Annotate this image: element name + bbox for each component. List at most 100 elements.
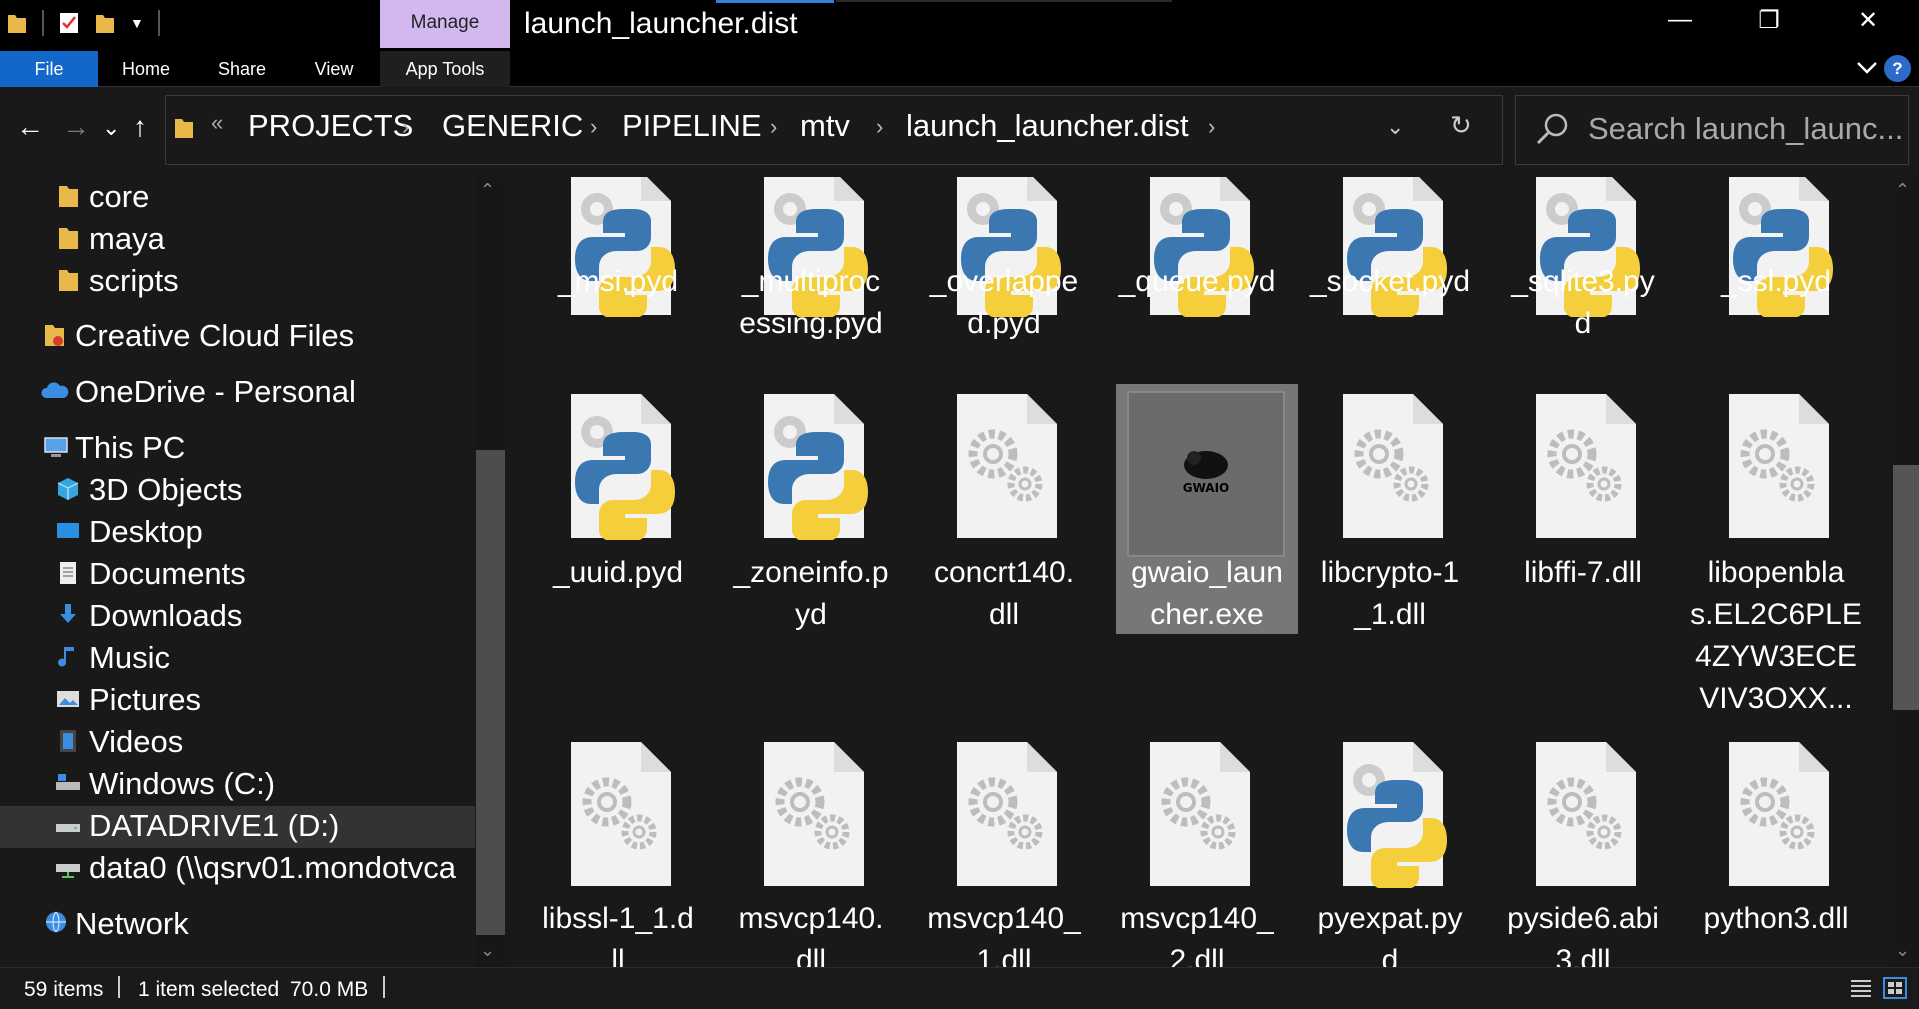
properties-icon[interactable] xyxy=(58,11,80,35)
videos-icon xyxy=(60,730,76,752)
file-item-selected[interactable]: GWAIO gwaio_laun cher.exe xyxy=(1116,384,1298,634)
file-item[interactable]: libcrypto-1 _1.dll xyxy=(1299,384,1481,634)
sidebar-item-downloads[interactable]: Downloads xyxy=(0,596,475,638)
sidebar-scroll-down[interactable]: ⌄ xyxy=(480,940,495,961)
sidebar-item-label: scripts xyxy=(89,263,179,298)
forward-button[interactable]: → xyxy=(62,111,90,143)
sidebar-item-windows-c[interactable]: Windows (C:) xyxy=(0,764,475,806)
breadcrumb-generic[interactable]: GENERIC xyxy=(442,108,583,144)
new-folder-icon[interactable] xyxy=(94,11,116,35)
file-item[interactable]: libopenbla s.EL2C6PLE 4ZYW3ECE VIV3OXX..… xyxy=(1685,384,1867,715)
status-bar: 59 items 1 item selected 70.0 MB xyxy=(0,967,1919,1009)
sidebar-item-network[interactable]: Network xyxy=(0,904,475,946)
file-item[interactable]: _multiproc essing.pyd xyxy=(720,177,902,411)
chevron-down-icon[interactable] xyxy=(1855,53,1879,81)
settings-file-icon xyxy=(1536,394,1636,538)
content-scroll-down[interactable]: ⌄ xyxy=(1895,940,1910,961)
refresh-button[interactable]: ↻ xyxy=(1450,110,1472,141)
manage-tab[interactable]: Manage xyxy=(380,0,510,48)
customize-qat-icon[interactable]: ▼ xyxy=(130,15,144,31)
sidebar-item-scripts[interactable]: scripts xyxy=(0,261,475,303)
details-view-icon[interactable] xyxy=(1848,976,1874,1000)
sidebar-item-creative-cloud[interactable]: Creative Cloud Files xyxy=(0,316,475,358)
sidebar-scroll-up[interactable]: ⌃ xyxy=(480,180,495,201)
file-item[interactable]: _sqlite3.py d xyxy=(1492,177,1674,411)
file-item[interactable]: _msi.pyd xyxy=(527,177,709,411)
maximize-button[interactable]: ❐ xyxy=(1749,6,1789,35)
minimize-button[interactable]: — xyxy=(1660,6,1700,34)
back-button[interactable]: ← xyxy=(16,111,44,143)
up-button[interactable]: ↑ xyxy=(133,111,147,143)
quick-access-toolbar: ▼ xyxy=(6,10,160,36)
tab-view[interactable]: View xyxy=(300,51,368,87)
content-scroll-up[interactable]: ⌃ xyxy=(1895,180,1910,201)
file-item[interactable]: msvcp140. dll xyxy=(720,732,902,967)
sidebar-scroll-thumb[interactable] xyxy=(476,450,505,935)
file-item[interactable]: _ssl.pyd xyxy=(1685,177,1867,411)
file-item[interactable]: _zoneinfo.p yd xyxy=(720,384,902,634)
file-item[interactable]: _uuid.pyd xyxy=(527,384,709,634)
file-item[interactable]: pyexpat.py d xyxy=(1299,732,1481,967)
settings-file-icon xyxy=(571,742,671,886)
tab-share[interactable]: Share xyxy=(206,51,278,87)
settings-file-icon xyxy=(957,394,1057,538)
tab-home[interactable]: Home xyxy=(110,51,182,87)
file-item[interactable]: msvcp140_ 2.dll xyxy=(1106,732,1288,967)
address-history-dropdown[interactable]: ⌄ xyxy=(1386,114,1404,140)
sidebar-item-documents[interactable]: Documents xyxy=(0,554,475,596)
file-item[interactable]: msvcp140_ 1.dll xyxy=(913,732,1095,967)
file-name: libffi-7.dll xyxy=(1524,556,1642,589)
sidebar-item-label: data0 (\\qsrv01.mondotvca xyxy=(89,850,457,885)
navigation-row: ← → ⌄ ↑ « PROJECTS › GENERIC › PIPELINE … xyxy=(0,87,1919,177)
sidebar-item-onedrive[interactable]: OneDrive - Personal xyxy=(0,372,475,414)
sidebar-item-3d-objects[interactable]: 3D Objects xyxy=(0,470,475,512)
breadcrumb-overflow[interactable]: « xyxy=(211,110,223,136)
content-scroll-thumb[interactable] xyxy=(1893,465,1919,710)
breadcrumb-separator[interactable]: › xyxy=(876,114,883,140)
sidebar-item-videos[interactable]: Videos xyxy=(0,722,475,764)
sidebar-item-maya[interactable]: maya xyxy=(0,219,475,261)
breadcrumb-mtv[interactable]: mtv xyxy=(800,108,850,144)
file-name: python3.dll xyxy=(1703,902,1849,935)
sidebar-item-music[interactable]: Music xyxy=(0,638,475,680)
file-item[interactable]: concrt140. dll xyxy=(913,384,1095,634)
file-item[interactable]: python3.dll xyxy=(1685,732,1867,967)
file-name-line2: d xyxy=(1381,944,1399,967)
close-button[interactable]: ✕ xyxy=(1848,6,1888,35)
sidebar-item-core[interactable]: core xyxy=(0,177,475,219)
settings-file-icon xyxy=(1729,742,1829,886)
file-item[interactable]: _queue.pyd xyxy=(1106,177,1288,411)
folder-icon[interactable] xyxy=(6,11,28,35)
sidebar-item-datadrive1[interactable]: DATADRIVE1 (D:) xyxy=(0,806,475,848)
sidebar-item-data0[interactable]: data0 (\\qsrv01.mondotvca xyxy=(0,848,475,890)
breadcrumb-separator[interactable]: › xyxy=(770,114,777,140)
tab-app-tools[interactable]: App Tools xyxy=(380,51,510,87)
address-bar[interactable]: « PROJECTS › GENERIC › PIPELINE › mtv › … xyxy=(165,95,1503,165)
folder-icon xyxy=(59,270,78,291)
sidebar-item-label: Windows (C:) xyxy=(89,766,276,801)
recent-locations-button[interactable]: ⌄ xyxy=(102,115,120,141)
breadcrumb-projects[interactable]: PROJECTS xyxy=(248,108,413,144)
file-name-line2: s.EL2C6PLE xyxy=(1690,598,1862,631)
sidebar-item-label: Creative Cloud Files xyxy=(75,318,355,353)
help-button[interactable]: ? xyxy=(1884,55,1911,82)
file-item[interactable]: libffi-7.dll xyxy=(1492,384,1674,634)
breadcrumb-separator[interactable]: › xyxy=(1208,114,1215,140)
sidebar-item-pictures[interactable]: Pictures xyxy=(0,680,475,722)
search-box[interactable]: Search launch_launc... xyxy=(1515,95,1909,165)
file-name-line2: 1.dll xyxy=(976,944,1032,967)
network-drive-icon xyxy=(56,864,80,878)
ribbon-tabs: File Home Share View App Tools ? xyxy=(0,51,1919,301)
file-item[interactable]: pyside6.abi 3.dll xyxy=(1492,732,1674,967)
breadcrumb-separator[interactable]: › xyxy=(590,114,597,140)
search-input[interactable]: Search launch_launc... xyxy=(1588,111,1903,147)
breadcrumb-pipeline[interactable]: PIPELINE xyxy=(622,108,762,144)
breadcrumb-current[interactable]: launch_launcher.dist xyxy=(906,108,1189,144)
large-icons-view-icon[interactable] xyxy=(1882,976,1908,1000)
breadcrumb-separator[interactable]: › xyxy=(402,114,409,140)
file-item[interactable]: _overlappe d.pyd xyxy=(913,177,1095,411)
sidebar-item-this-pc[interactable]: This PC xyxy=(0,428,475,470)
sidebar-item-desktop[interactable]: Desktop xyxy=(0,512,475,554)
file-item[interactable]: libssl-1_1.d ll xyxy=(527,732,709,967)
file-item[interactable]: _socket.pyd xyxy=(1299,177,1481,411)
